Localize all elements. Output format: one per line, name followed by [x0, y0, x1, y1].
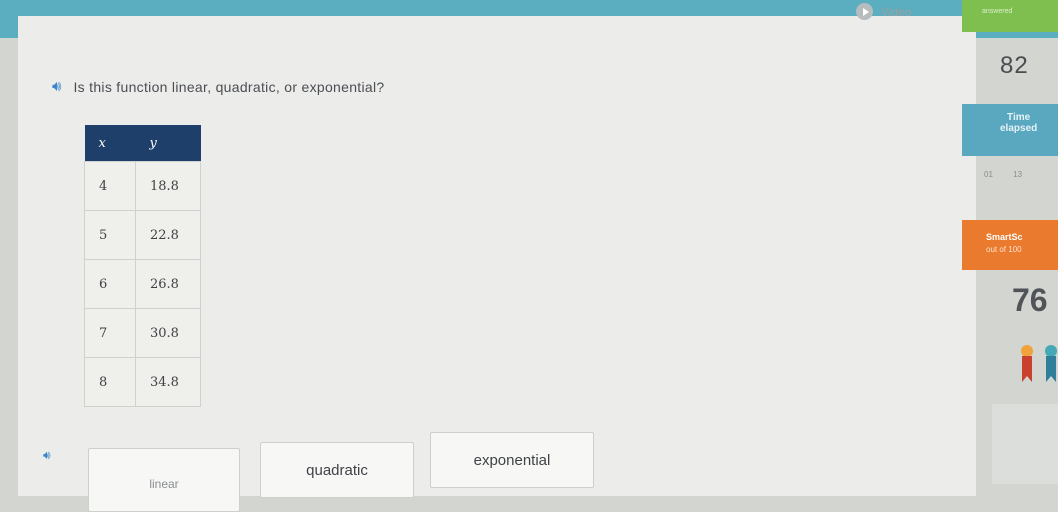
- ribbon-orange-icon: [1021, 345, 1033, 382]
- table-row: 4 18.8: [84, 161, 201, 211]
- answered-label: answered: [982, 8, 1013, 15]
- questions-answered-box: answered: [962, 0, 1058, 32]
- time-elapsed-box: Time elapsed: [962, 104, 1058, 156]
- answers-speaker-icon[interactable]: 🔊︎: [43, 448, 51, 463]
- answer-choices: 🔊︎ linear quadratic exponential: [40, 432, 620, 512]
- video-label: Video: [881, 4, 912, 19]
- table-row: 8 34.8: [84, 357, 201, 407]
- cell-x: 6: [84, 259, 136, 309]
- table-header-row: x y: [84, 125, 201, 162]
- cell-y: 30.8: [135, 308, 201, 358]
- cell-y: 18.8: [135, 161, 201, 211]
- sidebar: answered 82 Time elapsed 01 13 SmartSc o…: [962, 0, 1058, 484]
- cell-y: 26.8: [135, 259, 201, 309]
- elapsed-label: elapsed: [1000, 123, 1038, 134]
- sidebar-footer: [992, 404, 1058, 484]
- answer-exponential-button[interactable]: exponential: [430, 432, 594, 488]
- smartscore-box: SmartSc out of 100: [962, 220, 1058, 270]
- table-row: 6 26.8: [84, 259, 201, 309]
- cell-x: 5: [84, 210, 136, 260]
- play-icon: [856, 3, 873, 20]
- smartscore-value: 76: [1012, 282, 1048, 318]
- time-seconds: 13: [1013, 170, 1023, 179]
- ribbon-teal-icon: [1045, 345, 1057, 382]
- cell-x: 8: [84, 357, 136, 407]
- smartscore-sub: out of 100: [986, 245, 1022, 254]
- time-minutes: 01: [984, 170, 993, 179]
- table-row: 5 22.8: [84, 210, 201, 260]
- smartscore-label: SmartSc: [986, 232, 1023, 242]
- cell-y: 34.8: [135, 357, 201, 407]
- time-digits: 01 13: [984, 170, 1040, 179]
- question: 🔊︎ Is this function linear, quadratic, o…: [52, 78, 385, 95]
- answered-count: 82: [1000, 52, 1029, 79]
- cell-y: 22.8: [135, 210, 201, 260]
- cell-x: 4: [84, 161, 136, 211]
- xy-table: x y 4 18.8 5 22.8 6 26.8 7 30.8 8 34.8: [84, 125, 201, 407]
- video-button[interactable]: Video: [856, 3, 911, 20]
- time-label: Time: [1007, 112, 1031, 123]
- cell-x: 7: [84, 308, 136, 358]
- table-row: 7 30.8: [84, 308, 201, 358]
- answer-linear-button[interactable]: linear: [88, 448, 240, 512]
- header-x: x: [84, 125, 136, 162]
- answer-quadratic-button[interactable]: quadratic: [260, 442, 414, 498]
- speaker-icon[interactable]: 🔊︎: [52, 78, 61, 95]
- question-text: Is this function linear, quadratic, or e…: [73, 78, 385, 95]
- header-y: y: [135, 125, 201, 162]
